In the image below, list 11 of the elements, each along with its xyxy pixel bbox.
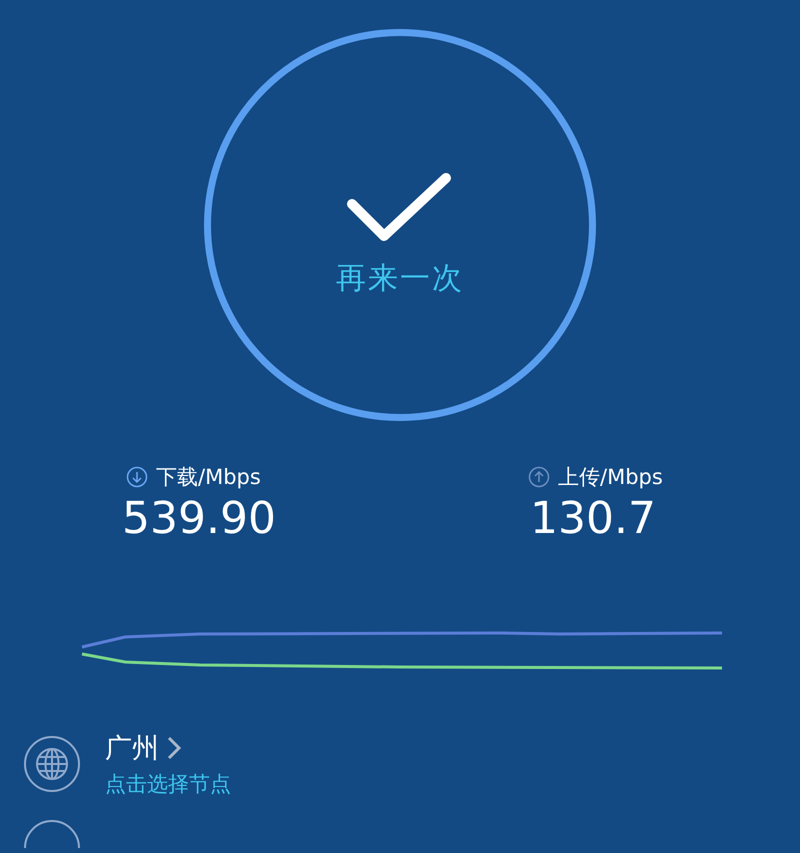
speed-unit-label: 下载/Mbps	[156, 464, 261, 491]
upload-icon	[528, 466, 550, 488]
select-node-hint: 点击选择节点	[105, 771, 231, 798]
speed-unit-label: 上传/Mbps	[558, 464, 663, 491]
speed-value: 130.7	[530, 493, 657, 544]
globe-icon	[24, 736, 80, 792]
speed-value: 539.90	[122, 493, 277, 544]
node-city-button[interactable]: 广州	[105, 730, 231, 766]
download-icon	[126, 466, 148, 488]
retest-button[interactable]: 再来一次	[204, 29, 596, 421]
chevron-right-icon	[167, 736, 181, 760]
